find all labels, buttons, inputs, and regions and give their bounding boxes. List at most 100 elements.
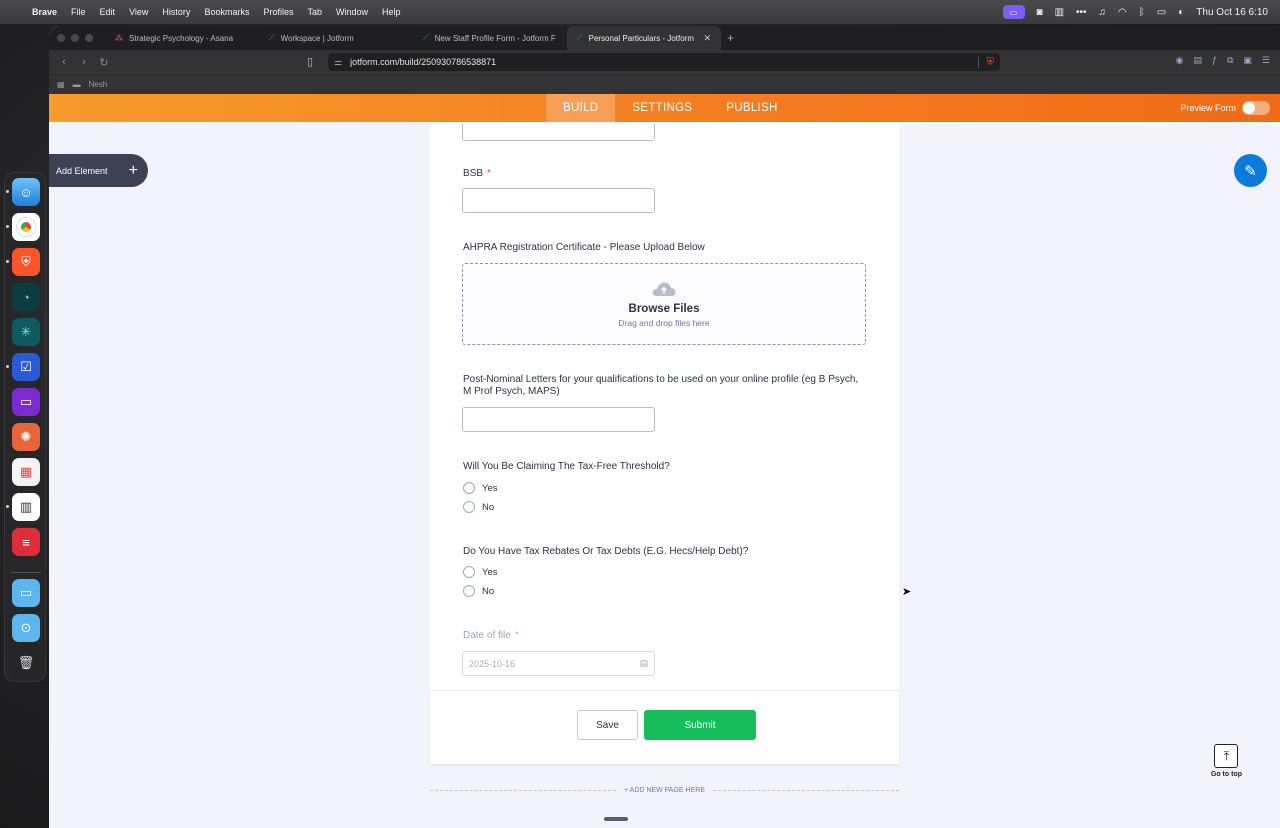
- save-button[interactable]: Save: [577, 710, 638, 740]
- minimize-window-icon[interactable]: [71, 34, 79, 42]
- bookmark-icon[interactable]: ▯: [307, 55, 313, 68]
- tab-personal-particulars[interactable]: ⟋ Personal Particulars - Jotform ✕: [567, 26, 721, 50]
- add-element-button[interactable]: Add Element +: [49, 154, 148, 187]
- menu-window[interactable]: Window: [329, 7, 375, 17]
- bsb-input[interactable]: [462, 188, 655, 213]
- tax-rebates-no[interactable]: No: [463, 585, 494, 597]
- menubar-clock[interactable]: Thu Oct 16 6:10: [1196, 7, 1268, 18]
- menu-profiles[interactable]: Profiles: [256, 7, 300, 17]
- extension-doc-icon[interactable]: ▤: [1193, 55, 1202, 66]
- nav-build[interactable]: BUILD: [546, 94, 616, 122]
- scroll-handle[interactable]: [604, 817, 628, 821]
- apps-grid-icon[interactable]: ▦: [57, 80, 65, 89]
- close-tab-icon[interactable]: ✕: [703, 33, 711, 44]
- add-page-label[interactable]: + ADD NEW PAGE HERE: [624, 787, 705, 794]
- menu-view[interactable]: View: [122, 7, 155, 17]
- preview-form-toggle[interactable]: [1242, 101, 1270, 115]
- back-icon[interactable]: ‹: [55, 56, 73, 69]
- downloads-folder-icon[interactable]: ⊙: [12, 614, 40, 642]
- menu-history[interactable]: History: [155, 7, 197, 17]
- app-network-icon[interactable]: ✳: [12, 318, 40, 346]
- radio-button[interactable]: [463, 566, 475, 578]
- menu-file[interactable]: File: [64, 7, 93, 17]
- trash-icon[interactable]: 🗑: [12, 649, 40, 677]
- bsb-label: BSB *: [463, 168, 491, 179]
- tax-rebates-yes[interactable]: Yes: [463, 566, 498, 578]
- browse-files-text[interactable]: Browse Files: [629, 303, 700, 315]
- tasks-checkbox-icon[interactable]: ☑: [12, 353, 40, 381]
- extensions-area: ◉ ▤ ƒ ⧉ ▣ ☰: [1176, 55, 1270, 66]
- arrow-up-icon[interactable]: ⤒: [1214, 744, 1239, 768]
- brave-shields-icon[interactable]: ⛨: [977, 56, 994, 68]
- submit-button[interactable]: Submit: [644, 710, 756, 740]
- add-new-page[interactable]: + ADD NEW PAGE HERE: [430, 784, 900, 796]
- radio-button[interactable]: [463, 585, 475, 597]
- battery-icon[interactable]: ▭: [1157, 7, 1166, 18]
- expressvpn-icon[interactable]: ≡: [12, 528, 40, 556]
- headphones-icon[interactable]: ♫: [1099, 7, 1107, 18]
- postnominal-input[interactable]: [462, 407, 655, 432]
- browser-toolbar: ‹ › ↻ ▯ ⚌ jotform.com/build/250930786538…: [49, 50, 1280, 74]
- previous-text-input[interactable]: [462, 124, 655, 141]
- date-input[interactable]: 2025-10-16 ▤: [462, 651, 655, 676]
- menu-tab[interactable]: Tab: [300, 7, 329, 17]
- tab-new-staff-profile[interactable]: ⟋ New Staff Profile Form - Jotform F: [413, 26, 567, 50]
- postnominal-label: Post-Nominal Letters for your qualificat…: [463, 374, 859, 397]
- extension-formula-icon[interactable]: ƒ: [1212, 55, 1217, 66]
- tab-asana[interactable]: ⁂ Strategic Psychology - Asana: [105, 26, 259, 50]
- extension-1password-icon[interactable]: ◉: [1176, 55, 1184, 66]
- tab-workspace-jotform[interactable]: ⟋ Workspace | Jotform: [259, 26, 413, 50]
- nav-settings[interactable]: SETTINGS: [615, 94, 709, 122]
- go-to-top-label: Go to top: [1210, 771, 1242, 778]
- radio-button[interactable]: [463, 482, 475, 494]
- date-label-text: Date of file: [463, 630, 511, 641]
- activity-monitor-icon[interactable]: ▥: [12, 493, 40, 521]
- finder-icon[interactable]: ☺: [12, 178, 40, 206]
- date-label: Date of file *: [463, 630, 519, 641]
- menu-edit[interactable]: Edit: [93, 7, 123, 17]
- go-to-top[interactable]: ⤒ Go to top: [1211, 744, 1242, 778]
- close-window-icon[interactable]: [57, 34, 65, 42]
- jotform-icon: ⟋: [269, 33, 275, 42]
- url-text[interactable]: jotform.com/build/250930786538871: [350, 57, 496, 67]
- zoom-window-icon[interactable]: [85, 34, 93, 42]
- nav-publish[interactable]: PUBLISH: [709, 94, 794, 122]
- jotform-icon: ⟋: [577, 33, 583, 42]
- reload-icon[interactable]: ↻: [95, 56, 113, 69]
- control-center-icon[interactable]: ◐: [1178, 7, 1184, 18]
- form-designer-button[interactable]: ✎: [1234, 154, 1267, 187]
- more-icon[interactable]: •••: [1076, 7, 1087, 18]
- bookmarks-bar: ▦ ▬ Nesh: [49, 74, 1280, 94]
- extensions-icon[interactable]: ⧉: [1227, 55, 1233, 66]
- app-status-icon[interactable]: ◙: [1037, 7, 1043, 18]
- bsb-label-text: BSB: [463, 168, 484, 179]
- spark-app-icon[interactable]: ✺: [12, 423, 40, 451]
- menu-bookmarks[interactable]: Bookmarks: [197, 7, 256, 17]
- wallet-icon[interactable]: ▣: [1243, 55, 1252, 66]
- tax-threshold-no[interactable]: No: [463, 501, 494, 513]
- add-element-label: Add Element: [56, 165, 108, 176]
- bluetooth-icon[interactable]: ᛒ: [1139, 7, 1145, 18]
- browser-menu-icon[interactable]: ☰: [1262, 55, 1270, 66]
- forward-icon[interactable]: ›: [75, 56, 93, 69]
- app-wave-icon[interactable]: ◔: [12, 283, 40, 311]
- site-settings-icon[interactable]: ⚌: [334, 57, 342, 68]
- stats-icon[interactable]: ▥: [1055, 7, 1064, 18]
- presentation-icon[interactable]: ▭: [12, 388, 40, 416]
- screen-mirror-icon[interactable]: ▭: [1002, 5, 1025, 19]
- new-tab-icon[interactable]: +: [721, 31, 734, 45]
- tax-threshold-yes[interactable]: Yes: [463, 482, 498, 494]
- address-bar[interactable]: ⚌ jotform.com/build/250930786538871 ⛨: [328, 53, 1000, 71]
- menu-help[interactable]: Help: [375, 7, 408, 17]
- menu-app-name[interactable]: Brave: [32, 7, 64, 17]
- wifi-icon[interactable]: ◠: [1118, 7, 1127, 18]
- brave-icon[interactable]: ⛨: [12, 248, 40, 276]
- radio-button[interactable]: [463, 501, 475, 513]
- cloud-upload-icon: [651, 281, 677, 297]
- launchpad-icon[interactable]: ▦: [12, 458, 40, 486]
- applications-folder-icon[interactable]: ▭: [12, 579, 40, 607]
- file-upload-dropzone[interactable]: Browse Files Drag and drop files here: [462, 263, 866, 345]
- calendar-icon[interactable]: ▤: [639, 658, 648, 669]
- chrome-icon[interactable]: [12, 213, 40, 241]
- bookmark-folder-nesh[interactable]: Nesh: [89, 80, 108, 89]
